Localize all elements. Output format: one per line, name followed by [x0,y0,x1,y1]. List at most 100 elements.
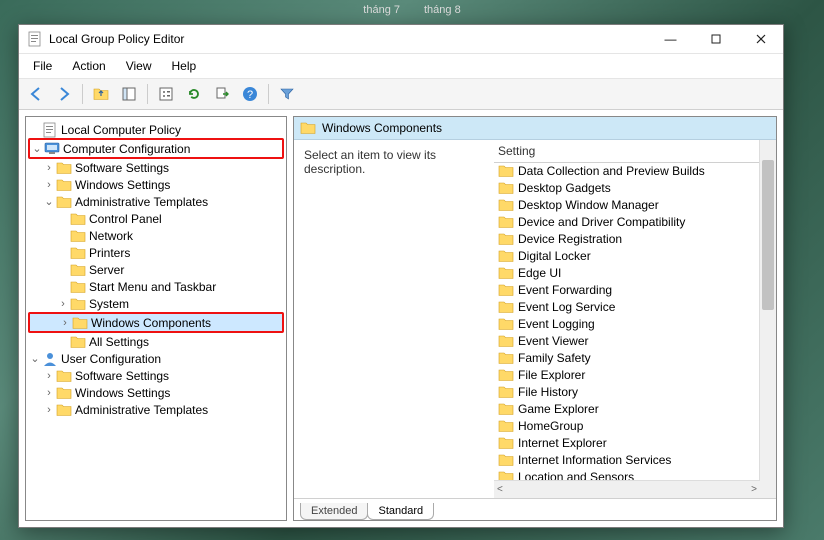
minimize-button[interactable]: — [648,25,693,53]
column-header-setting[interactable]: Setting [494,140,776,163]
tree-item-label: Printers [89,246,130,260]
tree-item[interactable]: ·Control Panel [28,210,284,227]
folder-icon [70,228,86,244]
settings-list[interactable]: Setting Data Collection and Preview Buil… [494,140,776,498]
list-item[interactable]: Family Safety [494,349,776,366]
list-item-label: Internet Information Services [518,453,671,467]
list-item[interactable]: Device and Driver Compatibility [494,213,776,230]
expand-icon[interactable]: › [42,387,56,399]
gpedit-window: Local Group Policy Editor — File Action … [18,24,784,528]
folder-icon [70,334,86,350]
forward-arrow-icon[interactable] [51,81,77,107]
user-icon [42,351,58,367]
properties-icon[interactable] [153,81,179,107]
tree-item[interactable]: ⌄Computer Configuration [30,140,282,157]
list-item-label: Event Log Service [518,300,615,314]
vertical-scrollbar[interactable] [759,140,776,498]
tree-item-label: System [89,297,129,311]
folder-icon [498,367,514,383]
tree-item[interactable]: ›Windows Settings [28,384,284,401]
list-item[interactable]: Event Viewer [494,332,776,349]
expand-icon[interactable]: › [42,179,56,191]
tree-item[interactable]: › System [28,295,284,312]
tree-item-label: Start Menu and Taskbar [89,280,216,294]
toolbar-sep [268,84,269,104]
tree-item[interactable]: ·Server [28,261,284,278]
tree-item[interactable]: › Windows Settings [28,176,284,193]
menu-file[interactable]: File [25,57,60,75]
list-item-label: Desktop Gadgets [518,181,611,195]
list-item-label: Family Safety [518,351,591,365]
list-item[interactable]: Location and Sensors [494,468,776,480]
expand-icon[interactable]: › [58,317,72,329]
window-body: ·Local Computer Policy ⌄Computer Configur… [19,110,783,527]
tree-item[interactable]: ⌄Administrative Templates [28,193,284,210]
list-item[interactable]: Event Logging [494,315,776,332]
collapse-icon[interactable]: ⌄ [30,142,44,155]
folder-icon [56,177,72,193]
list-item[interactable]: Internet Information Services [494,451,776,468]
list-item[interactable]: Event Forwarding [494,281,776,298]
policy-tree[interactable]: ·Local Computer Policy ⌄Computer Configur… [25,116,287,521]
tab-standard[interactable]: Standard [367,503,434,520]
list-item[interactable]: Internet Explorer [494,434,776,451]
list-item[interactable]: File Explorer [494,366,776,383]
folder-icon [498,180,514,196]
scrollbar-thumb[interactable] [762,160,774,310]
list-item-label: Desktop Window Manager [518,198,659,212]
folder-icon [498,469,514,481]
list-item[interactable]: Digital Locker [494,247,776,264]
filter-icon[interactable] [274,81,300,107]
tree-item[interactable]: ·Network [28,227,284,244]
list-item[interactable]: File History [494,383,776,400]
expand-icon[interactable]: › [56,298,70,310]
menu-action[interactable]: Action [64,57,113,75]
help-icon[interactable] [237,81,263,107]
tree-item[interactable]: ›Windows Components [30,314,282,331]
expand-icon[interactable]: › [42,404,56,416]
horizontal-scrollbar[interactable]: <> [494,480,760,498]
list-item[interactable]: Data Collection and Preview Builds [494,162,776,179]
export-icon[interactable] [209,81,235,107]
collapse-icon[interactable]: ⌄ [42,195,56,208]
up-folder-icon[interactable] [88,81,114,107]
tree-item[interactable]: ·All Settings [28,333,284,350]
folder-icon [70,279,86,295]
tree-item[interactable]: ·Start Menu and Taskbar [28,278,284,295]
computer-icon [44,141,60,157]
pane-header: Windows Components [294,117,776,140]
list-item[interactable]: Edge UI [494,264,776,281]
list-item[interactable]: HomeGroup [494,417,776,434]
list-item[interactable]: Game Explorer [494,400,776,417]
refresh-icon[interactable] [181,81,207,107]
tree-pane-icon[interactable] [116,81,142,107]
folder-icon [498,231,514,247]
list-item[interactable]: Desktop Window Manager [494,196,776,213]
list-item[interactable]: Event Log Service [494,298,776,315]
list-item[interactable]: Desktop Gadgets [494,179,776,196]
tree-item[interactable]: ·Local Computer Policy [28,121,284,138]
tree-item-label: Windows Settings [75,178,170,192]
menu-view[interactable]: View [118,57,160,75]
maximize-button[interactable] [693,25,738,53]
list-item[interactable]: Device Registration [494,230,776,247]
expand-icon[interactable]: › [42,162,56,174]
expand-icon[interactable]: › [42,370,56,382]
titlebar[interactable]: Local Group Policy Editor — [19,25,783,54]
folder-icon [70,296,86,312]
view-tabs: Extended Standard [294,498,776,520]
tree-item[interactable]: ⌄User Configuration [28,350,284,367]
folder-icon [498,282,514,298]
collapse-icon[interactable]: ⌄ [28,352,42,365]
tree-item[interactable]: ›Administrative Templates [28,401,284,418]
tree-item[interactable]: ›Software Settings [28,367,284,384]
folder-icon [498,299,514,315]
tab-extended[interactable]: Extended [300,503,368,520]
tree-item[interactable]: ·Printers [28,244,284,261]
tree-item[interactable]: ›Software Settings [28,159,284,176]
menu-help[interactable]: Help [164,57,205,75]
list-item-label: HomeGroup [518,419,583,433]
tree-item-label: Network [89,229,133,243]
back-arrow-icon[interactable] [23,81,49,107]
close-button[interactable] [738,25,783,53]
